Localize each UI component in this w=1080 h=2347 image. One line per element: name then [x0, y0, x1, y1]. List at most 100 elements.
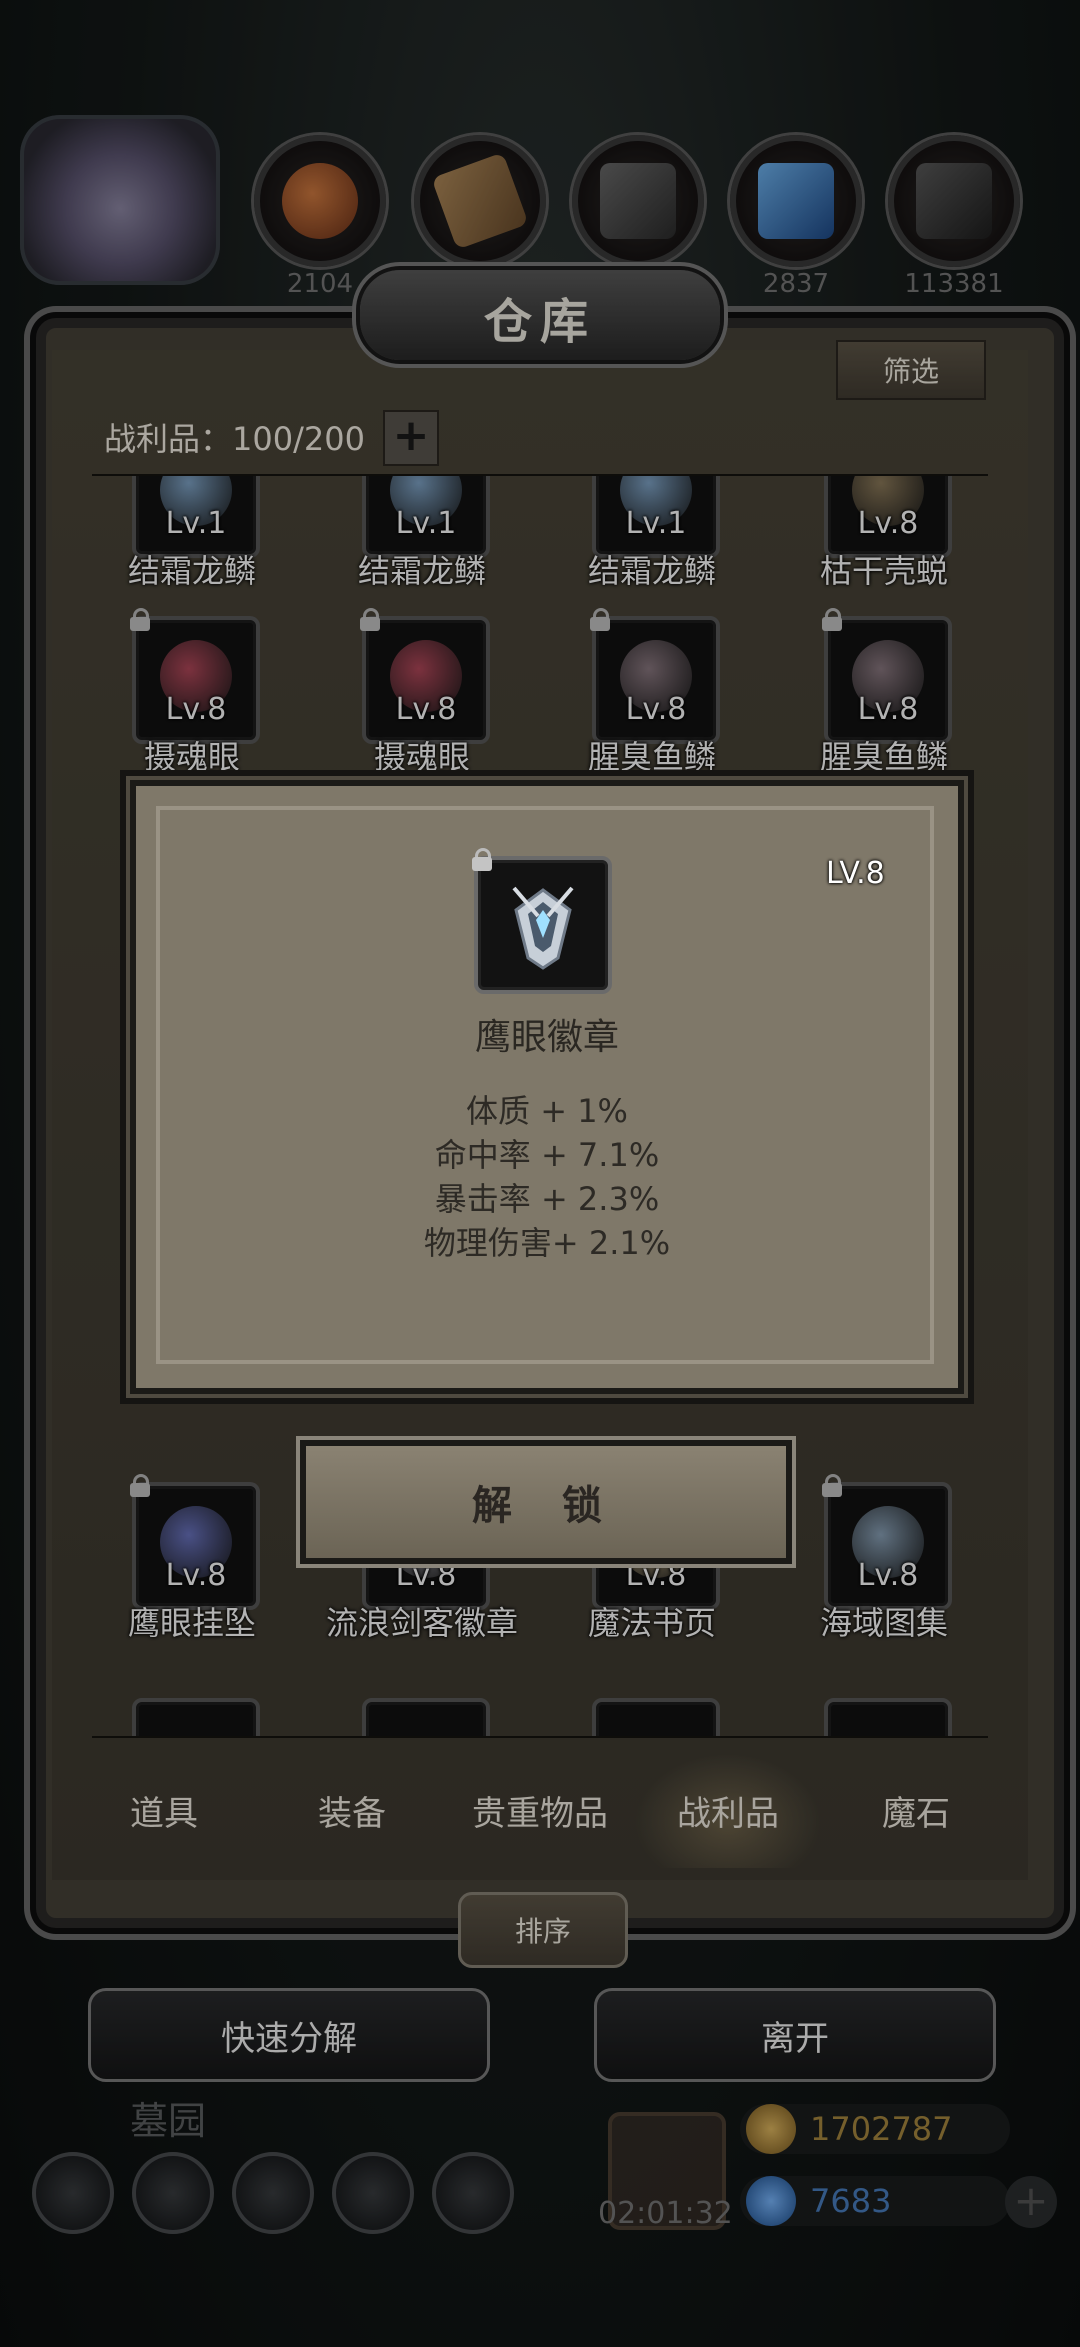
iron-ingot-icon — [916, 163, 992, 239]
popup-item-name: 鹰眼徽章 — [474, 1017, 619, 1058]
gold-value: 1702787 — [810, 2110, 953, 2148]
item-slot[interactable]: Lv.8 — [822, 1474, 952, 1610]
item-name: 腥臭鱼鳞 — [587, 738, 716, 776]
settings-icon[interactable] — [32, 2152, 114, 2234]
blue-gem-icon — [746, 2176, 796, 2226]
item-name: 海域图集 — [819, 1604, 948, 1642]
item-name: 摄魂眼 — [373, 738, 470, 776]
castle-icon[interactable] — [232, 2152, 314, 2234]
item-level: Lv.8 — [857, 506, 919, 541]
item-level: Lv.8 — [165, 692, 227, 727]
page-title: 仓库 — [483, 294, 596, 350]
filter-button[interactable]: 筛选 — [836, 340, 986, 400]
item-slot[interactable]: Lv.8 — [360, 608, 490, 744]
resource-bar: 2104 320404 10350 2837 113381 — [0, 100, 1080, 299]
sort-button[interactable]: 排序 — [458, 1892, 628, 1968]
item-cell[interactable]: Lv.1 结霜龙鳞 — [92, 476, 292, 590]
popup-item-slot — [472, 848, 612, 994]
item-name: 枯干壳蜕 — [819, 552, 948, 590]
stat-line: 命中率 + 7.1% — [434, 1136, 660, 1174]
item-cell[interactable]: Lv.8 摄魂眼 — [92, 608, 292, 776]
item-level: Lv.8 — [395, 692, 457, 727]
resource-slot-2[interactable]: 320404 — [414, 135, 546, 299]
stat-line: 暴击率 + 2.3% — [434, 1180, 660, 1218]
item-cell[interactable]: Lv.1 结霜龙鳞 — [552, 476, 752, 590]
stone-stair-icon — [600, 163, 676, 239]
lock-icon — [130, 608, 150, 631]
item-level: Lv.8 — [625, 692, 687, 727]
item-level: Lv.1 — [625, 506, 687, 541]
player-avatar[interactable] — [20, 115, 220, 285]
tab-4[interactable]: 魔石 — [822, 1752, 1010, 1868]
item-cell[interactable]: Lv.8 腥臭鱼鳞 — [784, 608, 984, 776]
potion-icon — [282, 163, 358, 239]
add-currency-button[interactable]: + — [1005, 2176, 1057, 2228]
item-slot[interactable] — [592, 1698, 720, 1736]
mail-icon[interactable] — [332, 2152, 414, 2234]
item-slot[interactable]: Lv.8 — [130, 1474, 260, 1610]
lock-icon — [130, 1474, 150, 1497]
item-cell[interactable]: Lv.8 海域图集 — [784, 1474, 984, 1642]
item-slot[interactable] — [824, 1698, 952, 1736]
item-name: 摄魂眼 — [143, 738, 240, 776]
item-name: 结霜龙鳞 — [357, 552, 486, 590]
gem-value: 7683 — [810, 2182, 892, 2220]
item-level: Lv.1 — [395, 506, 457, 541]
quick-dismantle-button[interactable]: 快速分解 — [88, 1988, 490, 2082]
lock-icon — [360, 608, 380, 631]
item-name: 结霜龙鳞 — [127, 552, 256, 590]
leave-button[interactable]: 离开 — [594, 1988, 996, 2082]
lock-icon — [590, 608, 610, 631]
item-cell[interactable]: Lv.1 结霜龙鳞 — [322, 476, 522, 590]
shield-icon[interactable] — [432, 2152, 514, 2234]
gem-display: 7683 — [740, 2176, 1010, 2226]
resource-value: 2837 — [762, 269, 830, 299]
item-level: Lv.8 — [857, 692, 919, 727]
stat-line: 物理伤害+ 2.1% — [423, 1224, 671, 1262]
item-slot[interactable]: Lv.8 — [130, 608, 260, 744]
area-name: 墓园 — [130, 2099, 207, 2143]
item-cell[interactable]: Lv.8 枯干壳蜕 — [784, 476, 984, 590]
tab-2[interactable]: 贵重物品 — [446, 1752, 634, 1868]
item-slot[interactable] — [362, 1698, 490, 1736]
eagle-eye-badge-icon — [512, 886, 574, 970]
wood-plank-icon — [431, 152, 529, 250]
timer: 02:01:32 — [598, 2196, 733, 2231]
lock-icon — [822, 1474, 842, 1497]
category-tabs: 道具 装备 贵重物品 战利品 魔石 — [70, 1752, 1010, 1868]
unlock-button[interactable]: 解 锁 — [300, 1440, 792, 1564]
tab-3[interactable]: 战利品 — [634, 1752, 822, 1868]
tab-0[interactable]: 道具 — [70, 1752, 258, 1868]
item-cell[interactable]: Lv.8 鹰眼挂坠 — [92, 1474, 292, 1642]
item-level: Lv.8 — [165, 1558, 227, 1593]
item-detail-popup: LV.8 鹰眼徽章 体质 + 1% 命中率 + 7.1% 暴击率 + 2.3% … — [130, 780, 964, 1394]
item-slot[interactable] — [132, 1698, 260, 1736]
blue-crystal-icon — [758, 163, 834, 239]
resource-value: 113381 — [904, 269, 1004, 299]
item-slot[interactable]: Lv.8 — [822, 608, 952, 744]
item-name: 结霜龙鳞 — [587, 552, 716, 590]
item-name: 腥臭鱼鳞 — [819, 738, 948, 776]
item-level: Lv.1 — [165, 506, 227, 541]
lock-icon — [472, 848, 492, 871]
tab-1[interactable]: 装备 — [258, 1752, 446, 1868]
item-slot[interactable]: Lv.8 — [590, 608, 720, 744]
stat-line: 体质 + 1% — [466, 1092, 628, 1130]
item-cell[interactable]: Lv.8 摄魂眼 — [322, 608, 522, 776]
item-name: 鹰眼挂坠 — [127, 1604, 256, 1642]
expand-capacity-button[interactable]: + — [383, 410, 439, 466]
popup-level: LV.8 — [826, 856, 885, 891]
loot-count: 战利品：100/200 — [104, 420, 365, 458]
lock-icon — [822, 608, 842, 631]
resource-slot-1[interactable]: 2104 — [254, 135, 386, 299]
item-name: 流浪剑客徽章 — [325, 1604, 518, 1642]
item-cell[interactable]: Lv.8 腥臭鱼鳞 — [552, 608, 752, 776]
divider — [92, 1736, 988, 1738]
gold-coin-icon — [746, 2104, 796, 2154]
item-name: 魔法书页 — [587, 1604, 716, 1642]
resource-slot-4[interactable]: 2837 — [730, 135, 862, 299]
gold-display: 1702787 — [740, 2104, 1010, 2154]
resource-slot-5[interactable]: 113381 — [888, 135, 1020, 299]
star-badge-icon[interactable] — [132, 2152, 214, 2234]
resource-slot-3[interactable]: 10350 — [572, 135, 704, 299]
